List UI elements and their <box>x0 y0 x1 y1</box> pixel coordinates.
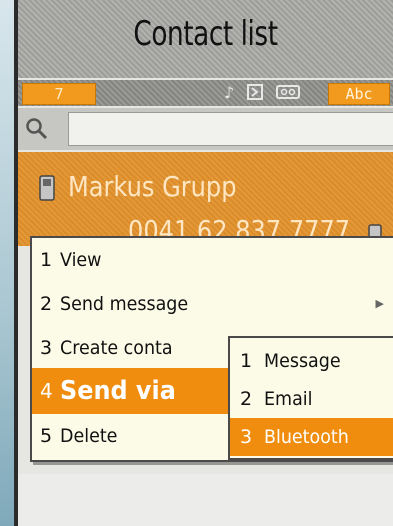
submenu-item-number: 3 <box>240 426 253 448</box>
voicemail-icon <box>276 83 300 103</box>
mobile-phone-icon <box>38 174 56 206</box>
submenu-arrow-icon: ▶ <box>375 297 384 310</box>
menu-item-label: Create conta <box>60 337 173 359</box>
menu-item-label: Delete <box>60 425 118 447</box>
status-count: 7 <box>22 83 96 105</box>
menu-item-number: 5 <box>40 425 53 447</box>
submenu-item-bluetooth[interactable]: 3 Bluetooth <box>230 418 393 456</box>
submenu-item-number: 2 <box>240 388 253 410</box>
submenu-item-number: 1 <box>240 350 253 372</box>
menu-item-send-message[interactable]: 2 Send message ▶ <box>32 286 393 322</box>
submenu-item-email[interactable]: 2 Email <box>230 380 393 418</box>
menu-item-label: Send via <box>60 376 176 406</box>
submenu-item-label: Message <box>264 350 341 372</box>
menu-item-number: 4 <box>40 379 53 403</box>
contact-list-item[interactable]: Markus Grupp 0041 62 837 7777 <box>18 152 393 247</box>
memory-card-icon <box>246 83 264 103</box>
menu-item-number: 2 <box>40 293 53 315</box>
music-note-icon: ♪ <box>224 83 235 102</box>
menu-item-number: 1 <box>40 249 53 271</box>
search-icon <box>24 116 48 140</box>
title-bar: Contact list <box>18 0 393 78</box>
page-title: Contact list <box>133 14 278 54</box>
status-bar: 7 ♪ Abc <box>18 80 393 106</box>
contact-name: Markus Grupp <box>68 170 237 203</box>
phone-frame: Contact list 7 ♪ Abc Markus Grupp 0041 6… <box>14 0 393 526</box>
search-bar <box>18 108 393 150</box>
softkey-bar <box>18 474 393 526</box>
screen: Contact list 7 ♪ Abc Markus Grupp 0041 6… <box>18 0 393 526</box>
menu-item-number: 3 <box>40 337 53 359</box>
menu-item-label: Send message <box>60 293 189 315</box>
search-input[interactable] <box>68 112 393 146</box>
submenu-item-message[interactable]: 1 Message <box>230 342 393 380</box>
submenu-item-label: Bluetooth <box>264 426 349 448</box>
input-mode-indicator: Abc <box>328 83 390 105</box>
menu-item-view[interactable]: 1 View <box>32 242 393 278</box>
submenu-item-label: Email <box>264 388 313 410</box>
menu-item-label: View <box>60 249 102 271</box>
send-via-submenu: 1 Message 2 Email 3 Bluetooth <box>228 336 393 460</box>
